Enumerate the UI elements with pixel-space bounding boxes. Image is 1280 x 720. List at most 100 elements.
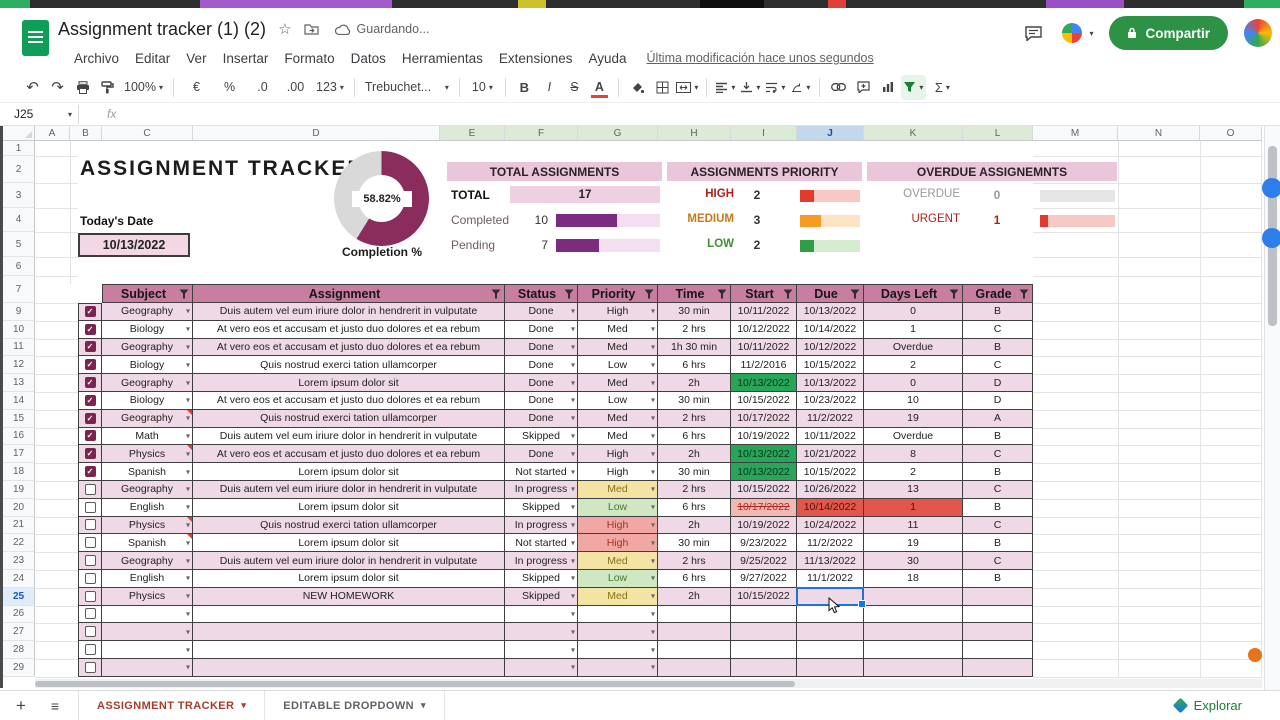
cell-subject[interactable]: Physics▾ bbox=[102, 445, 193, 463]
checkbox-unchecked[interactable] bbox=[85, 626, 96, 637]
cell-start[interactable]: 10/13/2022 bbox=[731, 463, 797, 481]
cell-start[interactable]: 9/25/2022 bbox=[731, 552, 797, 570]
dropdown-arrow-icon[interactable]: ▾ bbox=[186, 645, 190, 654]
horizontal-scrollbar-thumb[interactable] bbox=[35, 681, 795, 687]
checkbox-checked[interactable]: ✓ bbox=[85, 466, 96, 477]
cell-assignment[interactable]: Quis nostrud exerci tation ullamcorper bbox=[193, 517, 505, 535]
cell-due[interactable] bbox=[797, 623, 864, 641]
add-sheet-button[interactable]: + bbox=[8, 693, 34, 719]
cell-assignment[interactable]: Duis autem vel eum iriure dolor in hendr… bbox=[193, 303, 505, 321]
dropdown-arrow-icon[interactable]: ▾ bbox=[571, 627, 575, 636]
dropdown-arrow-icon[interactable]: ▾ bbox=[571, 645, 575, 654]
cell-complete[interactable] bbox=[78, 659, 102, 677]
cell-priority[interactable]: Med▾ bbox=[578, 321, 658, 339]
cell-subject[interactable]: English▾ bbox=[102, 499, 193, 517]
cell-grade[interactable]: B bbox=[963, 499, 1033, 517]
cell-days-left[interactable]: 18 bbox=[864, 570, 963, 588]
cell-due[interactable]: 10/26/2022 bbox=[797, 481, 864, 499]
text-wrap-button[interactable]: ▾ bbox=[763, 75, 788, 100]
dropdown-arrow-icon[interactable]: ▾ bbox=[571, 556, 575, 565]
cell-days-left[interactable]: Overdue bbox=[864, 428, 963, 446]
cell-time[interactable]: 6 hrs bbox=[658, 428, 731, 446]
checkbox-checked[interactable]: ✓ bbox=[85, 395, 96, 406]
cell-days-left[interactable] bbox=[864, 659, 963, 677]
menu-item[interactable]: Formato bbox=[276, 48, 342, 69]
cell-status[interactable]: ▾ bbox=[505, 641, 578, 659]
menu-item[interactable]: Editar bbox=[127, 48, 178, 69]
cell-subject[interactable]: Biology▾ bbox=[102, 321, 193, 339]
cell-grade[interactable]: B bbox=[963, 303, 1033, 321]
column-header-n[interactable]: N bbox=[1118, 126, 1200, 140]
cell-priority[interactable]: Med▾ bbox=[578, 481, 658, 499]
cell-time[interactable]: 2h bbox=[658, 374, 731, 392]
cell-due[interactable]: 10/11/2022 bbox=[797, 428, 864, 446]
cell-complete[interactable] bbox=[78, 552, 102, 570]
cell-status[interactable]: Skipped▾ bbox=[505, 428, 578, 446]
checkbox-unchecked[interactable] bbox=[85, 484, 96, 495]
cell-due[interactable] bbox=[797, 659, 864, 677]
dropdown-arrow-icon[interactable]: ▾ bbox=[571, 538, 575, 547]
column-header-d[interactable]: D bbox=[193, 126, 440, 140]
column-header-k[interactable]: K bbox=[864, 126, 963, 140]
cell-days-left[interactable]: 19 bbox=[864, 534, 963, 552]
text-color-button[interactable]: A bbox=[587, 75, 612, 100]
cell-status[interactable]: Done▾ bbox=[505, 392, 578, 410]
cell-priority[interactable]: ▾ bbox=[578, 606, 658, 624]
column-header-start[interactable]: Start bbox=[731, 284, 797, 303]
dropdown-arrow-icon[interactable]: ▾ bbox=[186, 342, 190, 351]
dropdown-arrow-icon[interactable]: ▾ bbox=[186, 360, 190, 369]
cell-status[interactable]: Done▾ bbox=[505, 339, 578, 357]
dropdown-arrow-icon[interactable]: ▾ bbox=[186, 396, 190, 405]
cell-complete[interactable]: ✓ bbox=[78, 303, 102, 321]
checkbox-unchecked[interactable] bbox=[85, 502, 96, 513]
checkbox-checked[interactable]: ✓ bbox=[85, 377, 96, 388]
menu-item[interactable]: Extensiones bbox=[491, 48, 581, 69]
dropdown-arrow-icon[interactable]: ▾ bbox=[651, 431, 655, 440]
dropdown-arrow-icon[interactable]: ▾ bbox=[571, 378, 575, 387]
column-header-time[interactable]: Time bbox=[658, 284, 731, 303]
cell-status[interactable]: Done▾ bbox=[505, 374, 578, 392]
horizontal-scrollbar[interactable] bbox=[35, 679, 1262, 688]
dropdown-arrow-icon[interactable]: ▾ bbox=[186, 307, 190, 316]
row-header-4[interactable]: 4 bbox=[3, 208, 35, 232]
cell-days-left[interactable] bbox=[864, 641, 963, 659]
column-header-a[interactable]: A bbox=[35, 126, 70, 140]
column-header-grade[interactable]: Grade bbox=[963, 284, 1033, 303]
dropdown-arrow-icon[interactable]: ▾ bbox=[571, 342, 575, 351]
row-header-9[interactable]: 9 bbox=[3, 303, 35, 321]
cell-due[interactable]: 10/24/2022 bbox=[797, 517, 864, 535]
dropdown-arrow-icon[interactable]: ▾ bbox=[651, 556, 655, 565]
cell-assignment[interactable] bbox=[193, 641, 505, 659]
dropdown-arrow-icon[interactable]: ▾ bbox=[186, 378, 190, 387]
cell-priority[interactable]: High▾ bbox=[578, 534, 658, 552]
cell-subject[interactable]: Geography▾ bbox=[102, 410, 193, 428]
dropdown-arrow-icon[interactable]: ▾ bbox=[651, 574, 655, 583]
cell-complete[interactable]: ✓ bbox=[78, 428, 102, 446]
checkbox-checked[interactable]: ✓ bbox=[85, 324, 96, 335]
cell-priority[interactable]: ▾ bbox=[578, 623, 658, 641]
cell-priority[interactable]: High▾ bbox=[578, 517, 658, 535]
comment-history-icon[interactable] bbox=[1020, 20, 1046, 46]
cell-assignment[interactable]: Lorem ipsum dolor sit bbox=[193, 374, 505, 392]
dropdown-arrow-icon[interactable]: ▾ bbox=[571, 503, 575, 512]
dropdown-arrow-icon[interactable]: ▾ bbox=[186, 609, 190, 618]
cell-complete[interactable] bbox=[78, 517, 102, 535]
row-header-15[interactable]: 15 bbox=[3, 410, 35, 428]
cell-time[interactable] bbox=[658, 623, 731, 641]
cell-assignment[interactable]: Lorem ipsum dolor sit bbox=[193, 534, 505, 552]
row-header-3[interactable]: 3 bbox=[3, 183, 35, 208]
dropdown-arrow-icon[interactable]: ▾ bbox=[186, 431, 190, 440]
cell-time[interactable]: 30 min bbox=[658, 392, 731, 410]
cell-subject[interactable]: ▾ bbox=[102, 606, 193, 624]
column-header-l[interactable]: L bbox=[963, 126, 1033, 140]
merge-cells-button[interactable]: ▾ bbox=[675, 75, 700, 100]
cell-status[interactable]: Skipped▾ bbox=[505, 570, 578, 588]
cell-subject[interactable]: ▾ bbox=[102, 623, 193, 641]
cell-start[interactable]: 10/13/2022 bbox=[731, 374, 797, 392]
vertical-scrollbar[interactable] bbox=[1264, 126, 1280, 690]
dropdown-arrow-icon[interactable]: ▾ bbox=[651, 663, 655, 672]
cell-time[interactable]: 2 hrs bbox=[658, 552, 731, 570]
cell-priority[interactable]: Med▾ bbox=[578, 410, 658, 428]
cell-status[interactable]: In progress▾ bbox=[505, 552, 578, 570]
cell-start[interactable] bbox=[731, 623, 797, 641]
